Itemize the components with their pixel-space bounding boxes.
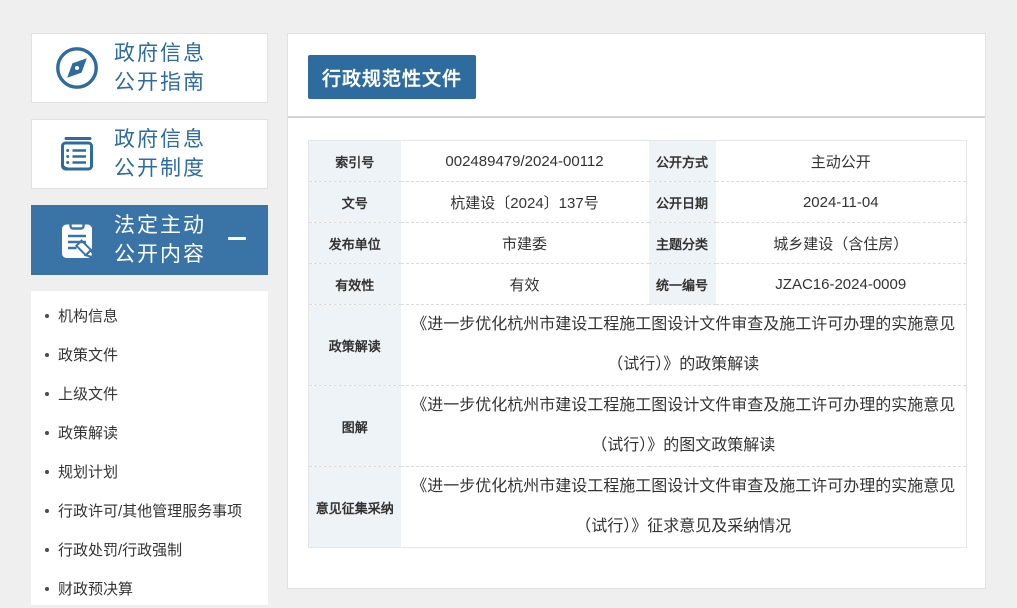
compass-icon [53, 44, 101, 92]
table-row: 政策解读 《进一步优化杭州市建设工程施工图设计文件审查及施工许可办理的实施意见（… [309, 305, 967, 386]
card-label-line2: 公开内容 [114, 240, 206, 269]
field-label-policy-interpretation: 政策解读 [309, 305, 401, 386]
field-value-disclosure-date: 2024-11-04 [716, 182, 967, 223]
sidebar-card-label: 法定主动 公开内容 [114, 211, 206, 269]
bullet-icon [45, 314, 49, 318]
table-row: 索引号 002489479/2024-00112 公开方式 主动公开 [309, 141, 967, 182]
bullet-icon [45, 392, 49, 396]
field-value-index-number: 002489479/2024-00112 [401, 141, 649, 182]
field-value-graphic-interpretation-link[interactable]: 《进一步优化杭州市建设工程施工图设计文件审查及施工许可办理的实施意见（试行）》的… [401, 386, 967, 467]
table-row: 意见征集采纳 《进一步优化杭州市建设工程施工图设计文件审查及施工许可办理的实施意… [309, 467, 967, 548]
table-row: 有效性 有效 统一编号 JZAC16-2024-0009 [309, 264, 967, 305]
sidebar: 政府信息 公开指南 政府信息 公开制度 [31, 33, 268, 589]
sidebar-menu: 机构信息 政策文件 上级文件 政策解读 规划计划 行政许可/其他管理服务事项 [31, 291, 268, 605]
menu-item-label: 上级文件 [58, 383, 118, 404]
sidebar-card-gov-info-guide[interactable]: 政府信息 公开指南 [31, 33, 268, 103]
field-label-index-number: 索引号 [309, 141, 401, 182]
bullet-icon [45, 548, 49, 552]
section-header: 行政规范性文件 [288, 34, 985, 118]
card-label-line2: 公开制度 [114, 154, 206, 183]
field-label-comment-solicitation: 意见征集采纳 [309, 467, 401, 548]
field-value-topic-category: 城乡建设（含住房） [716, 223, 967, 264]
card-label-line1: 政府信息 [114, 125, 206, 154]
field-value-unified-number: JZAC16-2024-0009 [716, 264, 967, 305]
sidebar-card-gov-info-rules[interactable]: 政府信息 公开制度 [31, 119, 268, 189]
minus-icon[interactable] [228, 237, 246, 240]
section-tab-normative-documents[interactable]: 行政规范性文件 [308, 55, 476, 99]
field-value-issuing-unit: 市建委 [401, 223, 649, 264]
field-label-disclosure-method: 公开方式 [649, 141, 716, 182]
menu-item-label: 政策解读 [58, 422, 118, 443]
bullet-icon [45, 431, 49, 435]
field-value-validity: 有效 [401, 264, 649, 305]
sidebar-menu-item-superior-docs[interactable]: 上级文件 [31, 374, 268, 413]
sidebar-menu-item-admin-penalty[interactable]: 行政处罚/行政强制 [31, 530, 268, 569]
sidebar-menu-item-policy-interpretation[interactable]: 政策解读 [31, 413, 268, 452]
sidebar-card-label: 政府信息 公开制度 [114, 125, 206, 183]
card-label-line2: 公开指南 [114, 68, 206, 97]
sidebar-menu-item-org-info[interactable]: 机构信息 [31, 296, 268, 335]
page-root: 政府信息 公开指南 政府信息 公开制度 [0, 0, 1017, 589]
sidebar-menu-item-policy-docs[interactable]: 政策文件 [31, 335, 268, 374]
field-label-topic-category: 主题分类 [649, 223, 716, 264]
table-row: 发布单位 市建委 主题分类 城乡建设（含住房） [309, 223, 967, 264]
card-label-line1: 政府信息 [114, 39, 206, 68]
sidebar-card-statutory-disclosure[interactable]: 法定主动 公开内容 [31, 205, 268, 275]
sidebar-menu-item-planning[interactable]: 规划计划 [31, 452, 268, 491]
menu-item-label: 政策文件 [58, 344, 118, 365]
menu-item-label: 规划计划 [58, 461, 118, 482]
main-panel: 行政规范性文件 索引号 002489479/2024-00112 公开方式 主动… [287, 33, 986, 589]
clipboard-pencil-icon [53, 216, 101, 264]
field-label-graphic-interpretation: 图解 [309, 386, 401, 467]
field-value-document-number: 杭建设〔2024〕137号 [401, 182, 649, 223]
bullet-icon [45, 470, 49, 474]
bullet-icon [45, 353, 49, 357]
field-value-policy-interpretation-link[interactable]: 《进一步优化杭州市建设工程施工图设计文件审查及施工许可办理的实施意见（试行）》的… [401, 305, 967, 386]
field-value-comment-solicitation-link[interactable]: 《进一步优化杭州市建设工程施工图设计文件审查及施工许可办理的实施意见（试行）》征… [401, 467, 967, 548]
document-info-table: 索引号 002489479/2024-00112 公开方式 主动公开 文号 杭建… [308, 140, 967, 548]
table-row: 图解 《进一步优化杭州市建设工程施工图设计文件审查及施工许可办理的实施意见（试行… [309, 386, 967, 467]
menu-item-label: 行政许可/其他管理服务事项 [58, 500, 242, 521]
table-row: 文号 杭建设〔2024〕137号 公开日期 2024-11-04 [309, 182, 967, 223]
field-label-document-number: 文号 [309, 182, 401, 223]
book-list-icon [53, 130, 101, 178]
field-label-issuing-unit: 发布单位 [309, 223, 401, 264]
field-label-unified-number: 统一编号 [649, 264, 716, 305]
bullet-icon [45, 509, 49, 513]
menu-item-label: 机构信息 [58, 305, 118, 326]
sidebar-menu-item-admin-license[interactable]: 行政许可/其他管理服务事项 [31, 491, 268, 530]
field-label-validity: 有效性 [309, 264, 401, 305]
menu-item-label: 行政处罚/行政强制 [58, 539, 182, 560]
sidebar-card-label: 政府信息 公开指南 [114, 39, 206, 97]
card-label-line1: 法定主动 [114, 211, 206, 240]
field-value-disclosure-method: 主动公开 [716, 141, 967, 182]
field-label-disclosure-date: 公开日期 [649, 182, 716, 223]
